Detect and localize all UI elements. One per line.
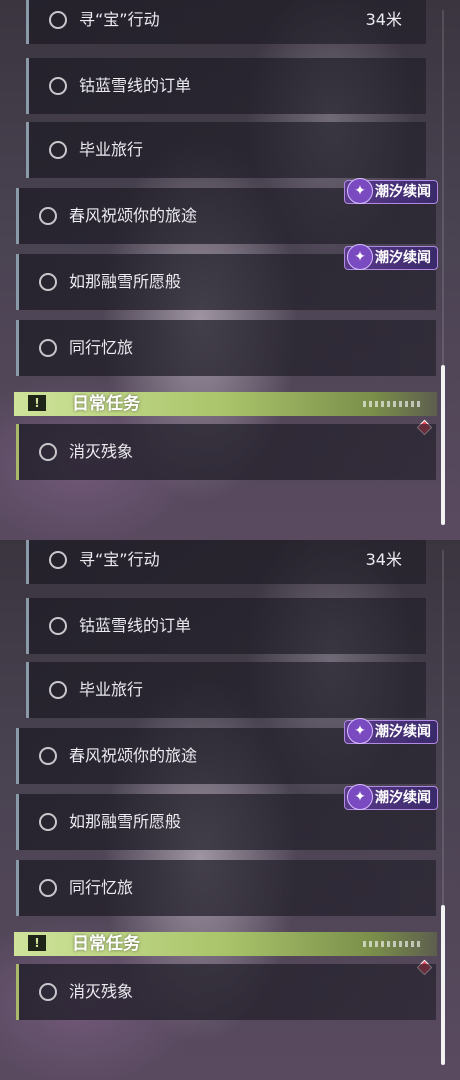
quest-label: 同行忆旅 (69, 338, 134, 357)
badge-label: 潮汐续闻 (375, 250, 431, 266)
quest-label: 消灭残象 (69, 442, 134, 461)
quest-row-graduation-trip[interactable]: 毕业旅行 (26, 122, 426, 178)
quest-status-circle-icon (39, 273, 57, 291)
quest-row-journey-together[interactable]: 同行忆旅 (16, 320, 436, 376)
daily-tasks-title: 日常任务 (72, 934, 140, 954)
quest-tracker-panel-2: 寻“宝”行动 34米 钴蓝雪线的订单 毕业旅行 春风祝颂你的旅途 ✦ 潮汐续闻 … (0, 540, 460, 1080)
quest-label: 钴蓝雪线的订单 (79, 616, 192, 635)
quest-label: 寻“宝”行动 (79, 10, 160, 29)
daily-alert-icon: ! (28, 395, 46, 411)
daily-tasks-header[interactable]: ! 日常任务 (14, 932, 437, 956)
quest-row-treasure-hunt[interactable]: 寻“宝”行动 34米 (26, 0, 426, 44)
tide-sequel-icon: ✦ (347, 244, 373, 270)
quest-status-circle-icon (39, 983, 57, 1001)
tide-sequel-badge: ✦ 潮汐续闻 (344, 784, 438, 810)
badge-label: 潮汐续闻 (375, 184, 431, 200)
quest-label: 毕业旅行 (79, 680, 144, 699)
header-decoration (363, 941, 423, 947)
quest-status-circle-icon (39, 879, 57, 897)
quest-status-circle-icon (49, 11, 67, 29)
quest-label: 如那融雪所愿般 (69, 272, 182, 291)
badge-label: 潮汐续闻 (375, 724, 431, 740)
quest-status-circle-icon (39, 339, 57, 357)
quest-label: 如那融雪所愿般 (69, 812, 182, 831)
quest-label: 寻“宝”行动 (79, 550, 160, 569)
quest-distance: 34米 (365, 10, 402, 29)
quest-status-circle-icon (49, 141, 67, 159)
quest-label: 消灭残象 (69, 982, 134, 1001)
daily-tasks-title: 日常任务 (72, 394, 140, 414)
quest-row-cobalt-order[interactable]: 钴蓝雪线的订单 (26, 58, 426, 114)
quest-row-journey-together[interactable]: 同行忆旅 (16, 860, 436, 916)
quest-label: 春风祝颂你的旅途 (69, 746, 198, 765)
quest-status-circle-icon (39, 207, 57, 225)
tide-sequel-badge: ✦ 潮汐续闻 (344, 244, 438, 270)
quest-status-circle-icon (49, 681, 67, 699)
tide-sequel-icon: ✦ (347, 784, 373, 810)
quest-distance: 34米 (365, 550, 402, 569)
badge-label: 潮汐续闻 (375, 790, 431, 806)
tide-sequel-icon: ✦ (347, 178, 373, 204)
quest-tracker-panel-1: 寻“宝”行动 34米 钴蓝雪线的订单 毕业旅行 春风祝颂你的旅途 ✦ 潮汐续闻 … (0, 0, 460, 540)
quest-status-circle-icon (49, 77, 67, 95)
quest-status-circle-icon (39, 443, 57, 461)
quest-row-cobalt-order[interactable]: 钴蓝雪线的订单 (26, 598, 426, 654)
quest-row-graduation-trip[interactable]: 毕业旅行 (26, 662, 426, 718)
quest-status-circle-icon (39, 813, 57, 831)
daily-alert-icon: ! (28, 935, 46, 951)
quest-status-circle-icon (39, 747, 57, 765)
scrollbar-thumb[interactable] (441, 365, 445, 525)
quest-label: 毕业旅行 (79, 140, 144, 159)
quest-label: 钴蓝雪线的订单 (79, 76, 192, 95)
tide-sequel-badge: ✦ 潮汐续闻 (344, 178, 438, 204)
quest-row-eliminate-echoes[interactable]: 消灭残象 (16, 424, 436, 480)
scrollbar-thumb[interactable] (441, 905, 445, 1065)
quest-row-treasure-hunt[interactable]: 寻“宝”行动 34米 (26, 540, 426, 584)
daily-tasks-header[interactable]: ! 日常任务 (14, 392, 437, 416)
quest-status-circle-icon (49, 551, 67, 569)
tide-sequel-icon: ✦ (347, 718, 373, 744)
header-decoration (363, 401, 423, 407)
quest-label: 春风祝颂你的旅途 (69, 206, 198, 225)
quest-status-circle-icon (49, 617, 67, 635)
quest-label: 同行忆旅 (69, 878, 134, 897)
quest-row-eliminate-echoes[interactable]: 消灭残象 (16, 964, 436, 1020)
tide-sequel-badge: ✦ 潮汐续闻 (344, 718, 438, 744)
